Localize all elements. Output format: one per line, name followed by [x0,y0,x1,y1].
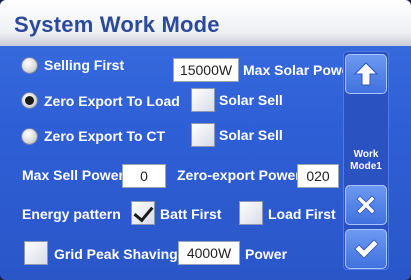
energy-pattern-label: Energy pattern [22,206,121,222]
solar-sell-load-checkbox[interactable] [191,88,215,112]
settings-panel: Selling First 15000W Max Solar Power Zer… [6,48,398,278]
title-bar: System Work Mode [0,0,411,46]
grid-peak-power-unit: Power [245,246,288,262]
solar-sell-ct-checkbox[interactable] [191,123,215,147]
max-solar-power-label: Max Solar Power [243,62,356,78]
load-first-checkbox[interactable] [239,201,263,225]
batt-first-label: Batt First [160,206,222,222]
max-sell-power-label: Max Sell Power [22,167,124,183]
solar-sell-ct-label: Solar Sell [219,127,283,143]
grid-peak-power-input[interactable]: 4000W [178,241,240,265]
confirm-button[interactable] [345,229,387,269]
cancel-button[interactable] [345,185,387,225]
zero-export-power-input[interactable]: 020 [297,164,339,188]
cancel-icon [356,195,376,215]
batt-first-checkbox[interactable] [131,201,155,225]
selling-first-label: Selling First [44,57,125,73]
grid-peak-shaving-checkbox[interactable] [24,241,48,265]
confirm-icon [354,239,379,259]
max-sell-power-input[interactable]: 0 [122,164,166,188]
selling-first-radio[interactable] [22,58,37,73]
load-first-label: Load First [268,206,336,222]
work-mode-line2: Mode1 [350,161,382,172]
page-title: System Work Mode [14,12,220,37]
zero-export-load-radio[interactable] [22,93,37,108]
solar-sell-load-label: Solar Sell [219,92,283,108]
grid-peak-shaving-label: Grid Peak Shaving [54,246,178,262]
zero-export-power-label: Zero-export Power [177,167,301,183]
work-mode-line1: Work [353,149,379,160]
max-solar-power-input[interactable]: 15000W [173,58,239,82]
arrow-up-icon [353,62,379,86]
scroll-up-button[interactable] [345,54,387,94]
work-mode-indicator: Work Mode1 [343,149,389,173]
zero-export-ct-label: Zero Export To CT [44,128,166,144]
zero-export-load-label: Zero Export To Load [44,93,180,109]
zero-export-ct-radio[interactable] [22,129,37,144]
work-mode-screen: System Work Mode Selling First 15000W Ma… [0,0,411,280]
